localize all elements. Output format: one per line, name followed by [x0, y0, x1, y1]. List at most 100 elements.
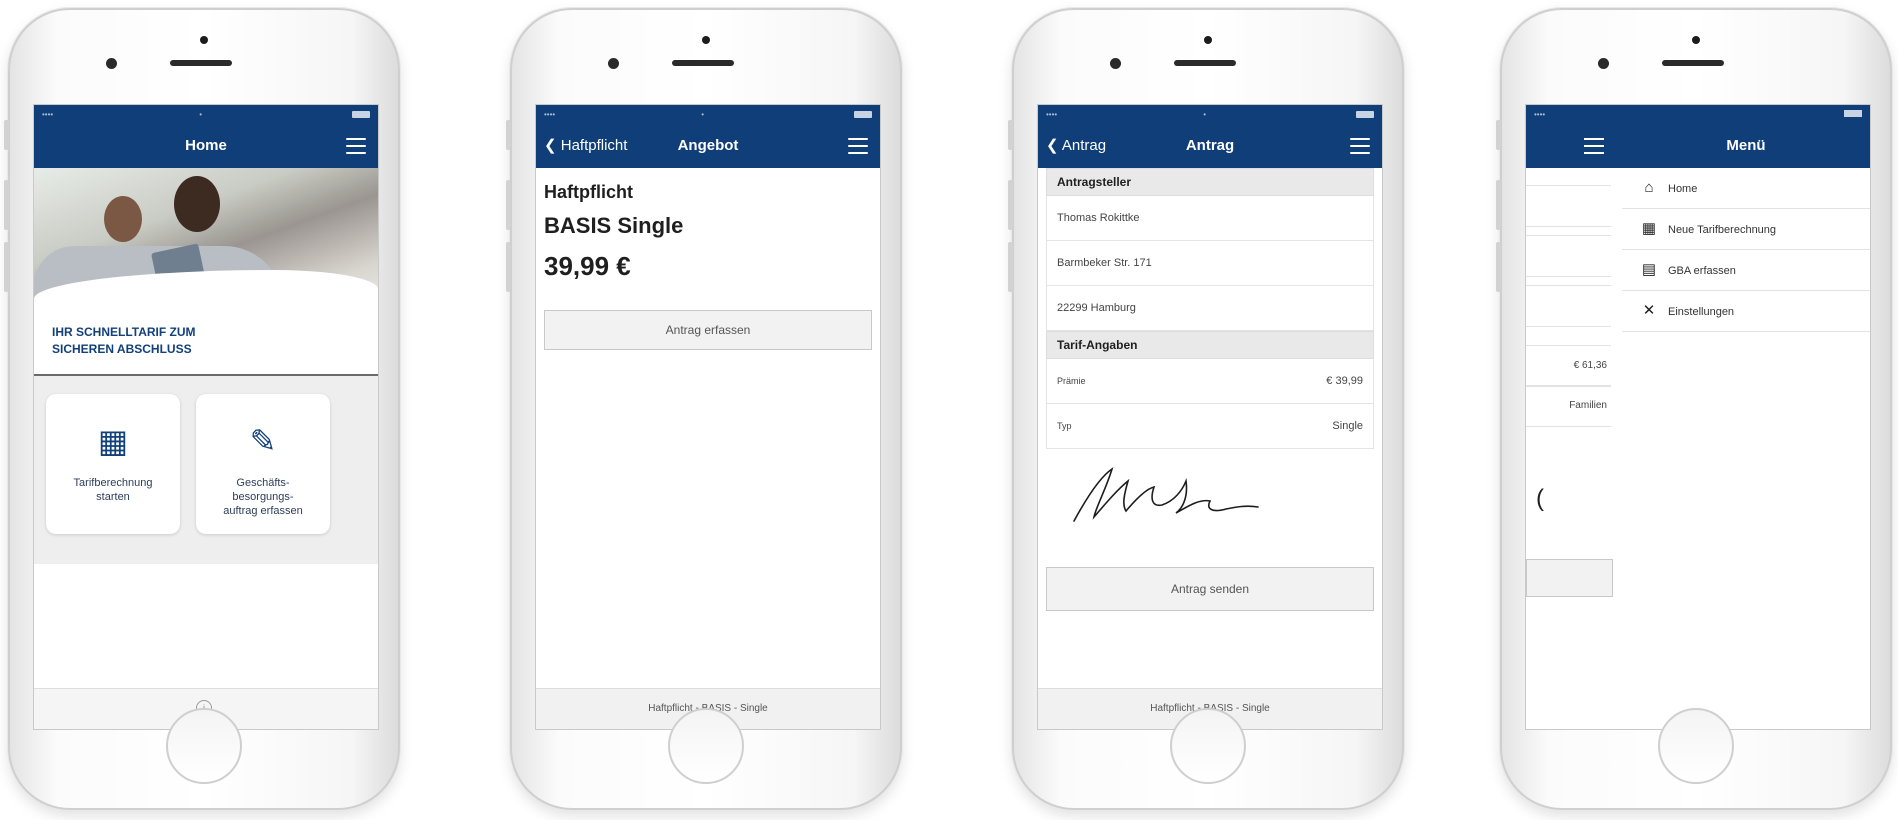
tariff-name: BASIS Single: [544, 213, 684, 238]
product-name: Haftpflicht: [544, 182, 633, 202]
volume-up: [1496, 180, 1501, 230]
tile-label: besorgungs-: [232, 491, 294, 503]
mute-switch: [4, 120, 9, 150]
tile-grid: ▦ Tarifberechnung starten ✎ Geschäfts- b…: [34, 376, 378, 564]
row-value: € 61,36: [1573, 360, 1607, 371]
list-row: [1526, 235, 1611, 277]
tile-label: starten: [96, 491, 130, 503]
back-label: Antrag: [1061, 137, 1107, 154]
screen-home: •••• • Home IHR SCHNELLTARIF ZUM SICHEREN…: [33, 104, 379, 730]
list-row: [1526, 285, 1611, 327]
price: 39,99 €: [544, 251, 631, 281]
field-value: Single: [1332, 420, 1363, 432]
calculator-icon: ▦: [1641, 220, 1657, 237]
page-title: Home: [185, 137, 227, 154]
sensor: [1110, 58, 1121, 69]
row-value: Familien: [1569, 400, 1607, 411]
underlying-page[interactable]: •••• € 61,36 Familien (: [1526, 105, 1623, 729]
back-button[interactable]: ❮ Antrag: [1046, 124, 1106, 168]
field-label: Typ: [1057, 421, 1072, 431]
volume-down: [1008, 242, 1013, 292]
home-icon: ⌂: [1644, 179, 1654, 196]
phone-home: •••• • Home IHR SCHNELLTARIF ZUM SICHEREN…: [4, 8, 400, 810]
front-camera: [200, 36, 208, 44]
menu-item-label: Home: [1668, 183, 1698, 195]
tagline-line: IHR SCHNELLTARIF ZUM: [52, 325, 196, 339]
applicant-city: 22299 Hamburg: [1046, 286, 1374, 331]
section-header: Tarif-Angaben: [1046, 331, 1374, 359]
menu-icon[interactable]: [1584, 138, 1604, 159]
tile-label: auftrag erfassen: [223, 505, 303, 517]
gba-tile[interactable]: ✎ Geschäfts- besorgungs- auftrag erfasse…: [196, 394, 330, 534]
status-bar: •••• •: [34, 105, 378, 124]
phone-offer: •••• • Angebot ❮ Haftpflicht Haftpflicht …: [506, 8, 902, 810]
side-menu: Menü ⌂ Home ▦ Neue Tarifberechnung ▤ GBA er…: [1622, 105, 1870, 729]
chevron-left-icon: ❮: [1046, 137, 1059, 154]
home-button: [1658, 708, 1734, 784]
volume-up: [4, 180, 9, 230]
volume-up: [506, 180, 511, 230]
menu-item-home[interactable]: ⌂ Home: [1622, 168, 1870, 209]
menu-header: Menü: [1622, 105, 1870, 168]
send-application-button[interactable]: Antrag senden: [1046, 567, 1374, 611]
home-button: [1170, 708, 1246, 784]
create-application-button[interactable]: Antrag erfassen: [544, 310, 872, 350]
field-value: Thomas Rokittke: [1057, 212, 1140, 224]
menu-icon[interactable]: [848, 138, 868, 159]
signature-fragment: (: [1536, 485, 1544, 512]
offer-panel: Haftpflicht BASIS Single 39,99 € Antrag …: [536, 168, 880, 360]
list-row: [1526, 185, 1611, 227]
back-label: Haftpflicht: [560, 137, 628, 154]
tile-label: Geschäfts-: [236, 477, 290, 489]
front-camera: [702, 36, 710, 44]
navbar: Angebot ❮ Haftpflicht: [536, 124, 880, 168]
type-row: Typ Single: [1046, 404, 1374, 449]
tools-icon: ✕: [1642, 302, 1656, 319]
front-camera: [1204, 36, 1212, 44]
menu-title: Menü: [1726, 137, 1766, 154]
field-value: € 39,99: [1326, 375, 1363, 387]
mute-switch: [1008, 120, 1013, 150]
menu-icon[interactable]: [1350, 138, 1370, 159]
edit-icon: ✎: [249, 423, 277, 459]
speaker: [1174, 60, 1236, 66]
menu-item-settings[interactable]: ✕ Einstellungen: [1622, 291, 1870, 332]
phone-menu: •••• € 61,36 Familien ( Menü ⌂ Home ▦ Neue…: [1496, 8, 1892, 810]
hero-image: [34, 168, 378, 318]
field-value: 22299 Hamburg: [1057, 302, 1136, 314]
home-button: [668, 708, 744, 784]
list-row: € 61,36: [1526, 345, 1611, 387]
tagline-line: SICHEREN ABSCHLUSS: [52, 342, 192, 356]
menu-item-new-tariff[interactable]: ▦ Neue Tarifberechnung: [1622, 209, 1870, 250]
sensor: [1598, 58, 1609, 69]
applicant-street: Barmbeker Str. 171: [1046, 241, 1374, 286]
volume-down: [1496, 242, 1501, 292]
mute-switch: [1496, 120, 1501, 150]
menu-item-label: Neue Tarifberechnung: [1668, 224, 1777, 236]
chevron-left-icon: ❮: [544, 137, 557, 154]
tariff-calc-tile[interactable]: ▦ Tarifberechnung starten: [46, 394, 180, 534]
menu-item-label: Einstellungen: [1668, 306, 1735, 318]
tagline: IHR SCHNELLTARIF ZUM SICHEREN ABSCHLUSS: [34, 318, 378, 376]
menu-item-gba[interactable]: ▤ GBA erfassen: [1622, 250, 1870, 291]
sensor: [106, 58, 117, 69]
back-button[interactable]: ❮ Haftpflicht: [544, 124, 627, 168]
menu-icon[interactable]: [346, 138, 366, 159]
speaker: [672, 60, 734, 66]
field-value: Barmbeker Str. 171: [1057, 257, 1152, 269]
front-camera: [1692, 36, 1700, 44]
navbar: Antrag ❮ Antrag: [1038, 124, 1382, 168]
tile-label: Tarifberechnung: [73, 477, 153, 489]
field-label: Prämie: [1057, 376, 1086, 386]
application-form: Antragsteller Thomas Rokittke Barmbeker …: [1038, 168, 1382, 567]
list-row: Familien: [1526, 385, 1611, 427]
button-fragment: [1526, 559, 1613, 597]
status-bar: •••• •: [536, 105, 880, 124]
status-bar: ••••: [1526, 105, 1622, 124]
premium-row: Prämie € 39,99: [1046, 359, 1374, 404]
status-bar: •••• •: [1038, 105, 1382, 124]
document-icon: ▤: [1641, 261, 1657, 278]
phone-application: •••• • Antrag ❮ Antrag Antragsteller Thom…: [1008, 8, 1404, 810]
signature-pad[interactable]: [1046, 449, 1374, 567]
volume-up: [1008, 180, 1013, 230]
